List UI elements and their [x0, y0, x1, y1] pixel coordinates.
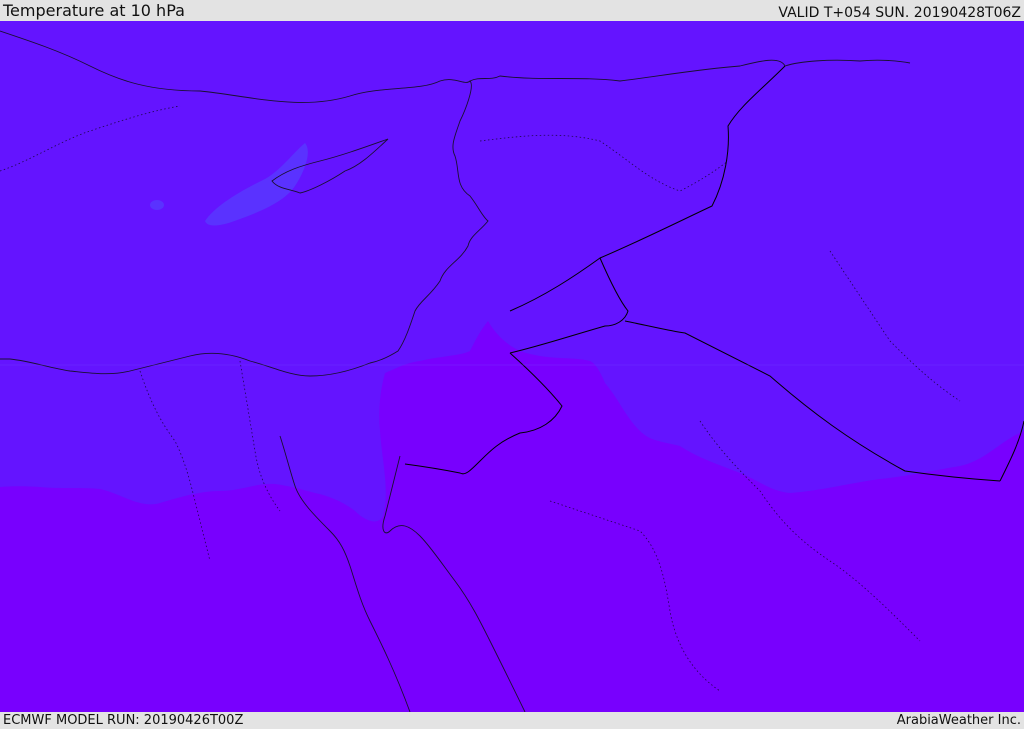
valid-time: VALID T+054 SUN. 20190428T06Z [778, 5, 1021, 21]
map-canvas [0, 21, 1024, 712]
credit-label: ArabiaWeather Inc. [896, 713, 1021, 728]
map-title: Temperature at 10 hPa [3, 1, 185, 20]
footer-bar: ECMWF MODEL RUN: 20190426T00Z ArabiaWeat… [0, 712, 1024, 729]
warm-patch-small [150, 200, 164, 210]
temperature-map [0, 21, 1024, 712]
header-bar: Temperature at 10 hPa VALID T+054 SUN. 2… [0, 0, 1024, 21]
model-run-label: ECMWF MODEL RUN: 20190426T00Z [3, 713, 244, 728]
weather-map-frame: Temperature at 10 hPa VALID T+054 SUN. 2… [0, 0, 1024, 729]
